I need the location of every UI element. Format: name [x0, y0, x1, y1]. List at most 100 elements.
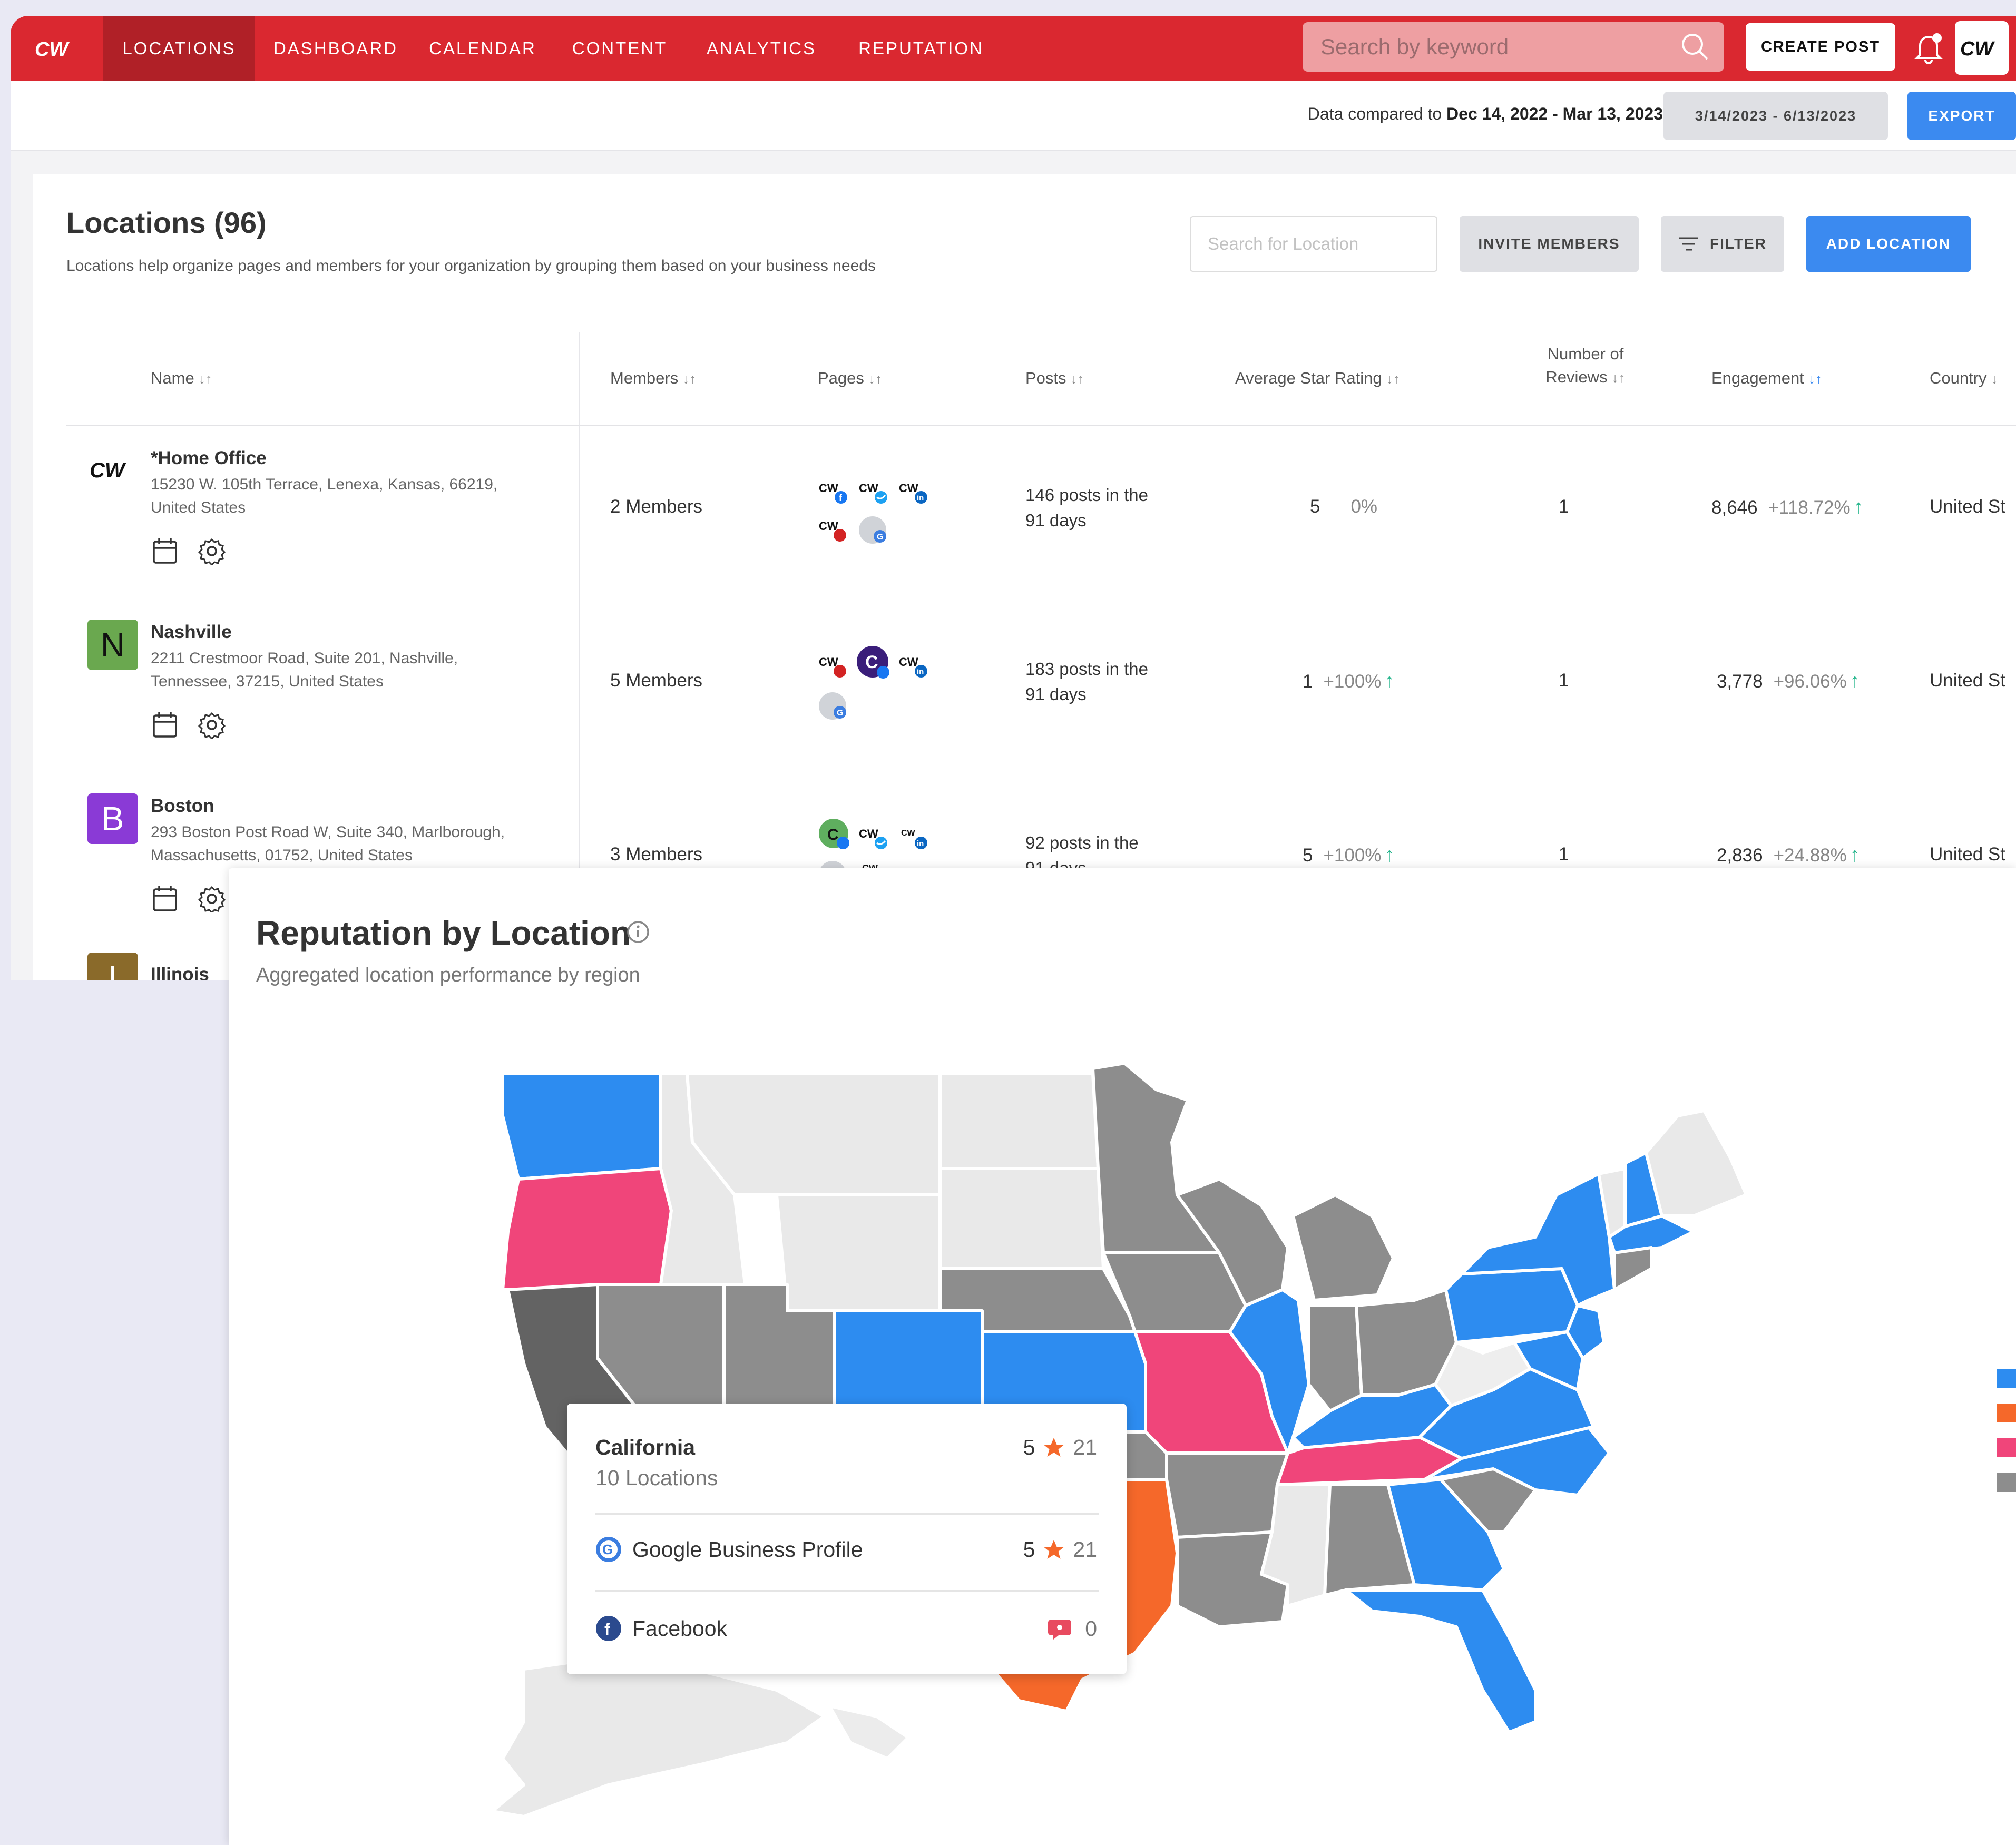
engagement-value: 3,778 +96.06% ↑ — [1717, 670, 1860, 692]
page-subtitle: Locations help organize pages and member… — [66, 257, 876, 274]
filter-icon — [1679, 237, 1699, 251]
twitter-page-icon[interactable]: CW — [858, 476, 889, 508]
svg-text:in: in — [917, 839, 924, 848]
maine — [1645, 1109, 1748, 1218]
row-actions — [152, 711, 226, 739]
invite-members-button[interactable]: INVITE MEMBERS — [1460, 216, 1639, 272]
linkedin-page-icon[interactable]: CWin — [898, 476, 929, 508]
filter-button[interactable]: FILTER — [1661, 216, 1784, 272]
legend-swatch-pink — [1997, 1438, 2016, 1457]
us-reputation-map[interactable] — [229, 868, 2016, 1845]
col-posts-header[interactable]: Posts ↓↑ — [1025, 369, 1084, 388]
country-value: United St — [1930, 670, 2005, 691]
wyoming — [775, 1193, 942, 1312]
svg-text:C: C — [827, 826, 839, 843]
michigan — [1291, 1193, 1395, 1302]
location-name[interactable]: Nashville — [151, 622, 232, 643]
yelp-page-icon[interactable]: CW — [818, 650, 849, 682]
location-name[interactable]: Boston — [151, 796, 214, 817]
svg-text:CW: CW — [819, 519, 838, 533]
google-page-icon[interactable]: G — [858, 514, 889, 546]
locations-panel: Locations (96) Locations help organize p… — [33, 174, 2016, 980]
calendar-icon[interactable] — [152, 885, 178, 912]
yelp-page-icon[interactable]: CW — [818, 514, 849, 546]
account-avatar[interactable]: CW — [1955, 21, 2009, 75]
location-address: 293 Boston Post Road W, Suite 340, Marlb… — [151, 823, 505, 864]
members-count[interactable]: 5 Members — [610, 670, 702, 691]
legend-swatch-orange — [1997, 1404, 2016, 1422]
nav-dashboard[interactable]: DASHBOARD — [268, 16, 404, 81]
pennsylvania — [1444, 1267, 1579, 1344]
facebook-page-icon[interactable]: C — [856, 645, 893, 682]
gear-icon[interactable] — [198, 711, 226, 739]
tooltip-state-name: California — [595, 1435, 696, 1459]
gear-icon[interactable] — [198, 537, 226, 565]
nav-content[interactable]: CONTENT — [564, 16, 676, 81]
gear-icon[interactable] — [198, 885, 226, 912]
location-search-input[interactable] — [1190, 216, 1437, 272]
svg-text:CW: CW — [819, 655, 838, 669]
star-icon — [1044, 1437, 1064, 1457]
washington — [501, 1072, 662, 1181]
country-value: United St — [1930, 844, 2005, 865]
calendar-icon[interactable] — [152, 537, 178, 565]
keyword-search-input[interactable] — [1303, 22, 1724, 72]
col-country-header[interactable]: Country ↓ — [1930, 369, 1998, 388]
location-name[interactable]: *Home Office — [151, 448, 267, 469]
nav-analytics[interactable]: ANALYTICS — [696, 16, 827, 81]
create-post-button[interactable]: CREATE POST — [1746, 23, 1895, 71]
facebook-page-icon[interactable]: CWf — [818, 476, 849, 508]
col-pages-header[interactable]: Pages ↓↑ — [818, 369, 882, 388]
facebook-page-icon[interactable]: C — [818, 818, 853, 852]
page-title: Locations (96) — [66, 206, 267, 239]
twitter-page-icon[interactable]: CW — [858, 822, 889, 853]
tooltip-location-count: 10 Locations — [595, 1466, 718, 1490]
col-rating-header[interactable]: Average Star Rating ↓↑ — [1235, 369, 1400, 388]
export-button[interactable]: EXPORT — [1907, 92, 2016, 140]
col-name-header[interactable]: Name ↓↑ — [151, 369, 212, 388]
svg-text:in: in — [917, 494, 924, 503]
posts-count: 146 posts in the 91 days — [1025, 485, 1148, 530]
legend-swatch-blue — [1997, 1369, 2016, 1388]
search-icon[interactable] — [1680, 32, 1710, 62]
montana — [686, 1072, 942, 1196]
home-office-logo-icon: CW — [90, 459, 126, 482]
tooltip-row-google-label: Google Business Profile — [632, 1537, 863, 1562]
svg-text:CW: CW — [899, 482, 918, 495]
oregon — [501, 1167, 673, 1291]
svg-text:f: f — [604, 1620, 610, 1639]
add-location-button[interactable]: ADD LOCATION — [1806, 216, 1971, 272]
linkedin-page-icon[interactable]: CWin — [898, 822, 929, 853]
reviews-count: 1 — [1559, 496, 1569, 517]
tooltip-row-facebook-score: 0 — [1047, 1616, 1097, 1641]
google-page-icon[interactable]: G — [818, 690, 849, 722]
location-avatar: N — [87, 620, 138, 670]
nav-calendar[interactable]: CALENDAR — [422, 16, 544, 81]
north-dakota — [938, 1072, 1100, 1170]
svg-text:C: C — [865, 652, 878, 672]
brand-logo-icon: CW — [1960, 38, 1995, 58]
row-actions — [152, 537, 226, 565]
date-range-picker[interactable]: 3/14/2023 - 6/13/2023 — [1663, 92, 1888, 140]
avg-star-rating: 1 +100% ↑ — [1303, 670, 1395, 692]
svg-text:CW: CW — [859, 827, 878, 840]
nav-reputation[interactable]: REPUTATION — [847, 16, 995, 81]
tooltip-row-google-score: 5 21 — [1023, 1537, 1097, 1562]
app-window: CW LOCATIONS DASHBOARD CALENDAR CONTENT … — [11, 16, 2016, 980]
notification-bell-icon[interactable] — [1914, 32, 1943, 64]
col-reviews-header[interactable]: Number of Reviews ↓↑ — [1509, 342, 1662, 389]
tooltip-overall-score: 5 21 — [1023, 1435, 1097, 1459]
brand-logo[interactable]: CW — [11, 16, 103, 81]
avg-star-rating: 5 +100% ↑ — [1303, 844, 1395, 866]
members-count[interactable]: 2 Members — [610, 496, 702, 517]
col-members-header[interactable]: Members ↓↑ — [610, 369, 696, 388]
linkedin-page-icon[interactable]: CWin — [898, 650, 929, 682]
calendar-icon[interactable] — [152, 711, 178, 739]
google-icon: G — [596, 1537, 621, 1562]
col-engagement-header[interactable]: Engagement ↓↑ — [1711, 369, 1822, 388]
tooltip-row-facebook-label: Facebook — [632, 1616, 728, 1641]
location-name[interactable]: Illinois — [151, 964, 209, 980]
nav-locations[interactable]: LOCATIONS — [103, 16, 255, 81]
keyword-search — [1303, 22, 1724, 72]
members-count[interactable]: 3 Members — [610, 844, 702, 865]
